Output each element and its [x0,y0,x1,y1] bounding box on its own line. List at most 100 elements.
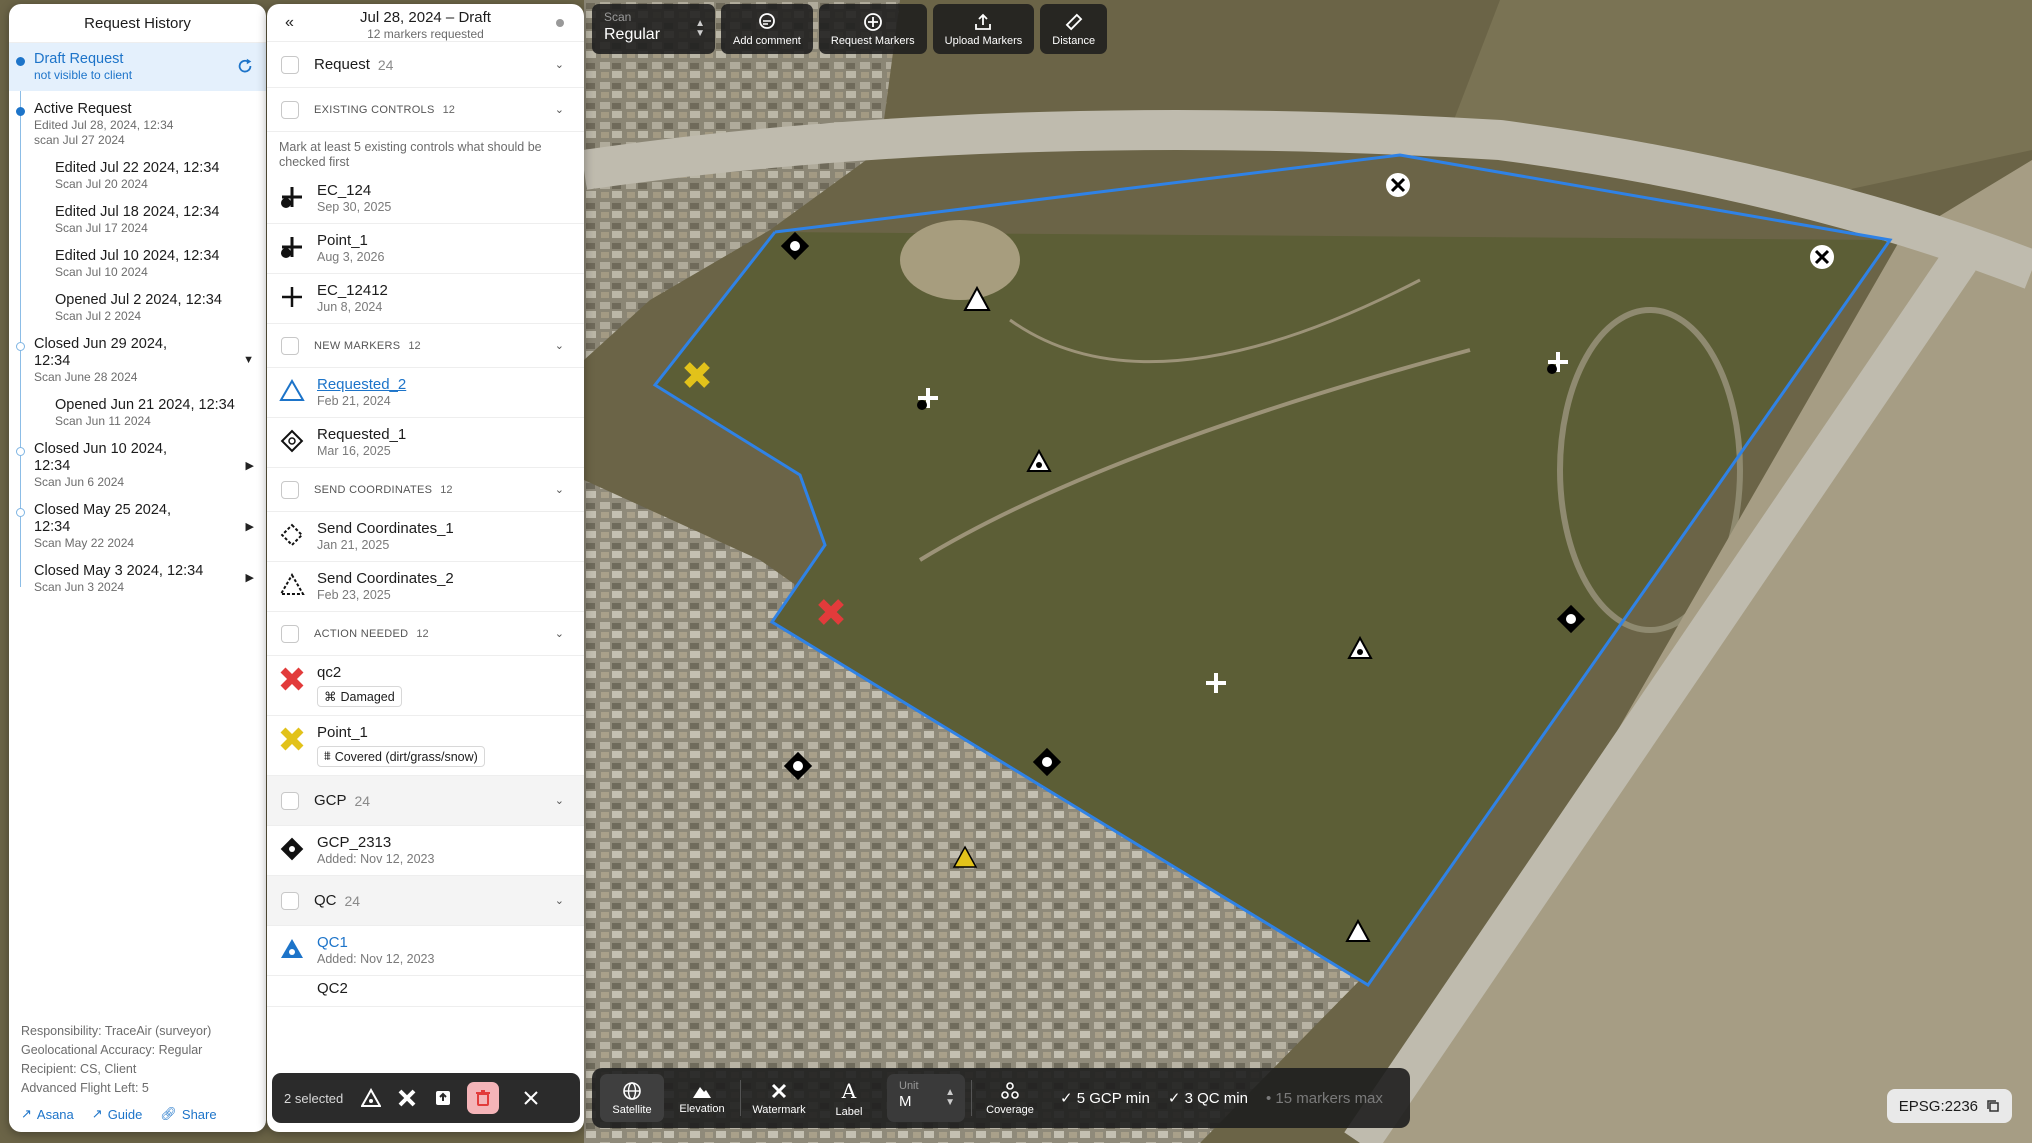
triangle-dashed-icon [279,573,305,595]
request-markers-button[interactable]: Request Markers [818,4,927,54]
map-marker-x[interactable] [1810,245,1834,269]
group-existing-controls[interactable]: EXISTING CONTROLS 12 ⌄ [267,88,584,132]
history-item-closed[interactable]: Closed May 3 2024, 12:34 Scan Jun 3 2024… [9,557,266,601]
close-icon[interactable] [519,1086,543,1110]
marker-item[interactable]: EC_124 Sep 30, 2025 [267,174,584,224]
delete-button[interactable] [467,1082,500,1114]
chevron-down-icon[interactable]: ⌄ [555,58,564,71]
coverage-button[interactable]: Coverage [978,1074,1042,1122]
upload-tool-icon[interactable] [431,1086,455,1110]
ruler-icon [1065,13,1083,30]
marker-item[interactable]: Send Coordinates_2 Feb 23, 2025 [267,562,584,612]
group-new-markers[interactable]: NEW MARKERS 12 ⌄ [267,324,584,368]
group-checkbox[interactable] [281,480,299,499]
history-sub-item[interactable]: Opened Jul 2 2024, 12:34 Scan Jul 2 2024 [9,286,266,330]
external-link-icon: ↗ [21,1106,32,1121]
responsibility-text: Responsibility: TraceAir (surveyor) [21,1024,212,1038]
history-item-draft[interactable]: Draft Request not visible to client [9,43,266,91]
markers-panel: « Jul 28, 2024 – Draft 12 markers reques… [267,4,584,1132]
group-action-needed[interactable]: ACTION NEEDED 12 ⌄ [267,612,584,656]
refresh-icon[interactable] [236,57,254,75]
chevron-right-icon[interactable]: ▶ [246,571,254,584]
add-comment-button[interactable]: Add comment [721,4,813,54]
marker-item[interactable]: Point_1 Aug 3, 2026 [267,224,584,274]
scan-select[interactable]: Scan Regular ▲ ▼ [592,4,715,54]
group-checkbox[interactable] [281,100,299,119]
asana-link[interactable]: ↗ Asana [21,1106,74,1122]
history-sub-item[interactable]: Edited Jul 22 2024, 12:34 Scan Jul 20 202… [9,154,266,198]
marker-item[interactable]: Send Coordinates_1 Jan 21, 2025 [267,512,584,562]
chevron-down-icon[interactable]: ⌄ [555,103,564,116]
history-sub-item[interactable]: Opened Jun 21 2024, 12:34 Scan Jun 11 202… [9,391,266,435]
epsg-badge[interactable]: EPSG:2236 [1886,1089,2012,1123]
marker-item[interactable]: EC_12412 Jun 8, 2024 [267,274,584,324]
marker-item[interactable]: qc2 ⌘ Damaged [267,656,584,716]
chevron-right-icon[interactable]: ▶ [246,520,254,533]
chevron-down-icon[interactable]: ⌄ [555,894,564,907]
timeline-dot [16,57,25,66]
map-bottom-toolbar: Satellite Elevation Watermark A Label Un… [592,1068,1410,1128]
history-item-closed[interactable]: Closed Jun 10 2024, 12:34 Scan Jun 6 202… [9,435,266,496]
group-checkbox[interactable] [281,891,299,910]
accuracy-text: Geolocational Accuracy: Regular [21,1043,203,1057]
group-gcp[interactable]: GCP 24 ⌄ [267,776,584,826]
chevron-down-icon[interactable]: ⌄ [555,483,564,496]
cross-marker-icon [282,287,302,307]
gcp-tool-icon[interactable] [395,1086,419,1110]
upload-icon [975,13,992,30]
triangle-tool-icon[interactable] [359,1086,383,1110]
request-history-panel: Request History Draft Request not visibl… [9,4,266,1132]
history-item-closed[interactable]: Closed May 25 2024, 12:34 Scan May 22 20… [9,496,266,557]
marker-item[interactable]: Requested_2 Feb 21, 2024 [267,368,584,418]
map-toolbar: Scan Regular ▲ ▼ Add comment Request Mark… [592,4,1108,54]
watermark-button[interactable]: Watermark [747,1074,811,1122]
qc-min-requirement: ✓ 3 QC min [1167,1090,1248,1107]
group-qc[interactable]: QC 24 ⌄ [267,876,584,926]
selection-bar: 2 selected [272,1073,580,1123]
copy-icon[interactable] [1986,1099,2000,1113]
red-x-marker-icon [280,667,304,691]
grass-icon: ⩩ [324,749,331,763]
chevron-down-icon[interactable]: ⌄ [555,339,564,352]
history-sub-item[interactable]: Edited Jul 10 2024, 12:34 Scan Jul 10 202… [9,242,266,286]
timeline-dot [16,107,25,116]
gcp-dashed-icon [280,523,304,547]
group-checkbox[interactable] [281,336,299,355]
watermark-icon [771,1083,787,1098]
group-send-coordinates[interactable]: SEND COORDINATES 12 ⌄ [267,468,584,512]
unit-select[interactable]: Unit M ▲ ▼ [887,1074,965,1122]
recipient-text: Recipient: CS, Client [21,1062,137,1076]
satellite-button[interactable]: Satellite [600,1074,664,1122]
map-marker-x[interactable] [1386,173,1410,197]
damaged-tag: ⌘ Damaged [317,686,402,707]
chevron-down-icon[interactable]: ▼ [243,354,254,366]
guide-link[interactable]: ↗ Guide [92,1106,143,1122]
history-sub-item[interactable]: Edited Jul 18 2024, 12:34 Scan Jul 17 202… [9,198,266,242]
label-button[interactable]: A Label [817,1074,881,1122]
flights-text: Advanced Flight Left: 5 [21,1081,149,1095]
group-checkbox[interactable] [281,791,299,810]
distance-button[interactable]: Distance [1040,4,1108,54]
group-request[interactable]: Request 24 ⌄ [267,42,584,88]
marker-item-partial[interactable]: QC2 [267,976,584,1007]
up-down-icon: ▲ ▼ [695,18,705,39]
history-item-active[interactable]: Active Request Edited Jul 28, 2024, 12:3… [9,91,266,154]
chevron-down-icon[interactable]: ⌄ [555,794,564,807]
collapse-panel-icon[interactable]: « [285,14,294,32]
plus-circle-icon [863,12,882,31]
marker-item[interactable]: Requested_1 Mar 16, 2025 [267,418,584,468]
marker-item[interactable]: QC1 Added: Nov 12, 2023 [267,926,584,976]
gcp-min-requirement: ✓ 5 GCP min [1060,1090,1150,1107]
upload-markers-button[interactable]: Upload Markers [932,4,1035,54]
elevation-button[interactable]: Elevation [670,1074,734,1122]
history-item-closed[interactable]: Closed Jun 29 2024, 12:34 Scan June 28 2… [9,330,266,391]
chevron-down-icon[interactable]: ⌄ [555,627,564,640]
chevron-right-icon[interactable]: ▶ [246,459,254,472]
marker-item[interactable]: Point_1 ⩩ Covered (dirt/grass/snow) [267,716,584,776]
share-link[interactable]: 🔗︎ Share [160,1106,216,1122]
group-checkbox[interactable] [281,55,299,74]
group-checkbox[interactable] [281,624,299,643]
timeline-dot [16,508,25,517]
marker-item[interactable]: GCP_2313 Added: Nov 12, 2023 [267,826,584,876]
timeline-dot [16,447,25,456]
